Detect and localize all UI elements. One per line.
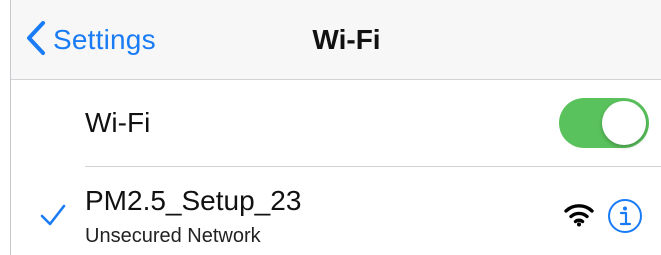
wifi-signal-icon [564, 203, 594, 227]
toggle-knob [602, 101, 646, 145]
settings-screen: Settings Wi-Fi Wi-Fi PM2.5_Setup_23 Unse… [10, 0, 661, 255]
wifi-toggle-row: Wi-Fi [11, 80, 661, 166]
checkmark-icon [39, 201, 67, 229]
navigation-bar: Settings Wi-Fi [11, 0, 661, 80]
network-name: PM2.5_Setup_23 [85, 185, 302, 216]
page-title: Wi-Fi [312, 24, 381, 55]
wifi-toggle-label: Wi-Fi [85, 107, 151, 138]
wifi-toggle-switch[interactable] [559, 98, 649, 148]
network-row[interactable]: PM2.5_Setup_23 Unsecured Network [11, 167, 661, 255]
info-icon[interactable] [607, 198, 643, 234]
network-security-status: Unsecured Network [85, 225, 261, 247]
